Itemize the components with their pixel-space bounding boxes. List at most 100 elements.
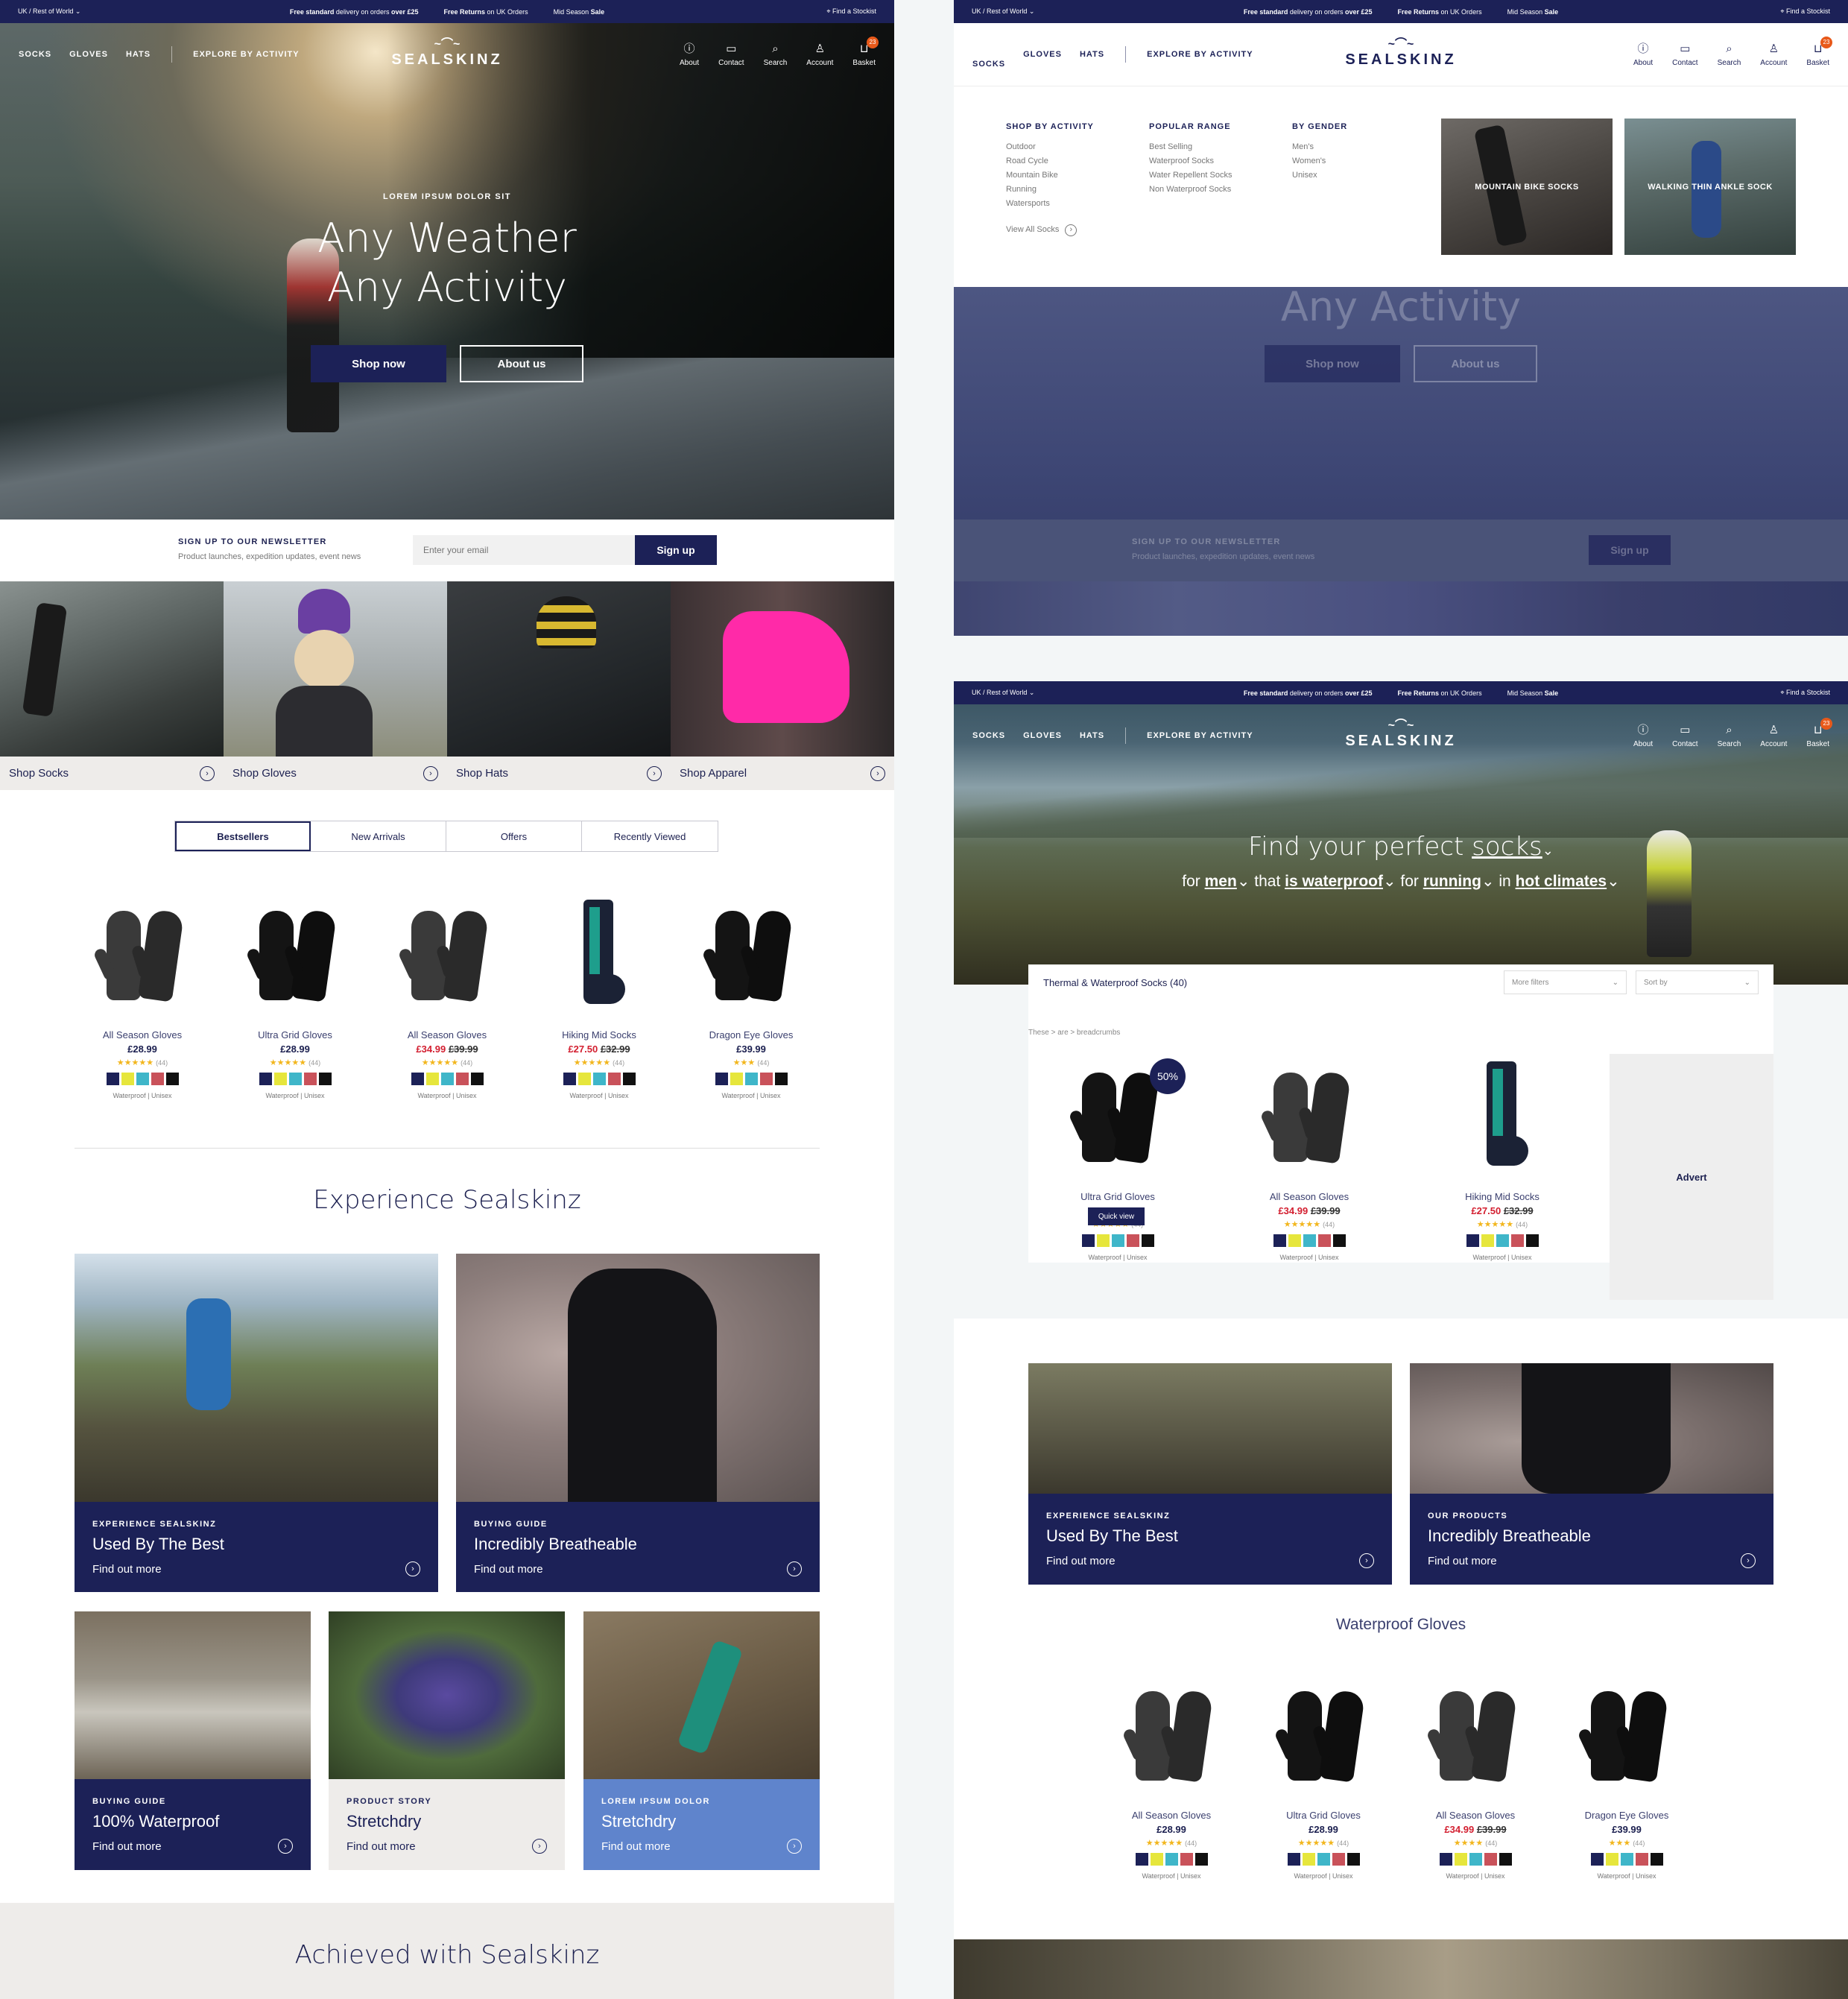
menu-item-waterproof-socks[interactable]: Waterproof Socks <box>1149 154 1232 168</box>
product-card[interactable]: Hiking Mid Socks £27.50 £32.99 ★★★★★ (44) W… <box>1435 1054 1569 1261</box>
category-tile-gloves[interactable]: Shop Gloves › <box>224 581 447 790</box>
find-stockist-link[interactable]: ⌖ Find a Stockist <box>1780 7 1830 16</box>
nav-explore-by-activity[interactable]: EXPLORE BY ACTIVITY <box>193 50 299 59</box>
color-swatch[interactable] <box>1510 1234 1524 1247</box>
color-swatch[interactable] <box>259 1073 272 1085</box>
experience-card-100-waterproof[interactable]: BUYING GUIDE 100% Waterproof Find out mo… <box>75 1611 311 1870</box>
about-button[interactable]: ⓘ About <box>1633 42 1653 67</box>
color-swatch[interactable] <box>607 1073 621 1085</box>
product-name[interactable]: All Season Gloves <box>1104 1810 1238 1821</box>
basket-button[interactable]: ⊔ 23 Basket <box>1806 36 1832 67</box>
color-swatch[interactable] <box>1194 1853 1208 1866</box>
contact-button[interactable]: ▭ Contact <box>1672 42 1697 67</box>
account-button[interactable]: ♙ Account <box>1760 724 1787 748</box>
sealskinz-logo[interactable]: ~⌒~ SEALSKINZ <box>1345 34 1456 69</box>
color-swatch[interactable] <box>1484 1853 1497 1866</box>
color-swatch[interactable] <box>1165 1853 1178 1866</box>
product-card[interactable]: All Season Gloves £28.99 ★★★★★ (44) Waterpr… <box>75 892 209 1099</box>
nav-hats[interactable]: HATS <box>1080 731 1104 740</box>
color-swatch[interactable] <box>1650 1853 1663 1866</box>
about-button[interactable]: ⓘ About <box>680 42 699 67</box>
listing-card-used-by-the-best[interactable]: EXPERIENCE SEALSKINZ Used By The Best Fi… <box>1028 1363 1392 1585</box>
nav-socks[interactable]: SOCKS <box>19 50 51 59</box>
menu-item-womens[interactable]: Women's <box>1292 154 1347 168</box>
promo-walking-ankle-sock[interactable]: WALKING THIN ANKLE SOCK <box>1624 119 1796 255</box>
color-swatch[interactable] <box>1096 1234 1110 1247</box>
color-swatch[interactable] <box>1620 1853 1633 1866</box>
nav-socks[interactable]: SOCKS <box>972 731 1005 740</box>
product-card[interactable]: All Season Gloves £34.99 £39.99 ★★★★ (44) W… <box>1408 1673 1542 1880</box>
about-button[interactable]: ⓘ About <box>1633 724 1653 748</box>
color-swatch[interactable] <box>759 1073 773 1085</box>
color-swatch[interactable] <box>1469 1853 1482 1866</box>
color-swatch[interactable] <box>1287 1853 1300 1866</box>
product-card[interactable]: All Season Gloves £34.99 £39.99 ★★★★★ (44)… <box>1242 1054 1376 1261</box>
shop-now-button[interactable]: Shop now <box>311 345 446 382</box>
product-image[interactable] <box>1560 1673 1694 1799</box>
search-button[interactable]: ⌕ Search <box>1718 724 1741 748</box>
color-swatch[interactable] <box>1317 1853 1330 1866</box>
color-swatch[interactable] <box>1590 1853 1604 1866</box>
menu-item-non-waterproof[interactable]: Non Waterproof Socks <box>1149 183 1232 197</box>
finder-feature-dropdown[interactable]: is waterproof <box>1285 873 1383 890</box>
sort-by-dropdown[interactable]: Sort by ⌄ <box>1636 970 1759 994</box>
finder-product-dropdown[interactable]: socks <box>1472 832 1542 862</box>
color-swatch[interactable] <box>622 1073 636 1085</box>
color-swatch[interactable] <box>1150 1853 1163 1866</box>
color-swatch[interactable] <box>440 1073 454 1085</box>
product-name[interactable]: Ultra Grid Gloves <box>1256 1810 1390 1821</box>
contact-button[interactable]: ▭ Contact <box>718 42 744 67</box>
region-selector[interactable]: UK / Rest of World ⌄ <box>18 7 80 16</box>
product-card[interactable]: Dragon Eye Gloves £39.99 ★★★ (44) Waterproo… <box>684 892 818 1099</box>
color-swatch[interactable] <box>1605 1853 1618 1866</box>
contact-button[interactable]: ▭ Contact <box>1672 724 1697 748</box>
region-selector[interactable]: UK / Rest of World ⌄ <box>972 689 1034 697</box>
color-swatch[interactable] <box>106 1073 119 1085</box>
newsletter-signup-button[interactable]: Sign up <box>635 535 717 565</box>
product-image[interactable] <box>1256 1673 1390 1799</box>
menu-item-road-cycle[interactable]: Road Cycle <box>1006 154 1094 168</box>
color-swatch[interactable] <box>288 1073 302 1085</box>
find-stockist-link[interactable]: ⌖ Find a Stockist <box>826 7 876 16</box>
color-swatch[interactable] <box>1081 1234 1095 1247</box>
color-swatch[interactable] <box>1180 1853 1193 1866</box>
experience-card-stretchdry[interactable]: PRODUCT STORY Stretchdry Find out more › <box>329 1611 565 1870</box>
color-swatch[interactable] <box>730 1073 743 1085</box>
product-card[interactable]: Ultra Grid Gloves £28.99 ★★★★★ (44) Waterpr… <box>228 892 362 1099</box>
color-swatch[interactable] <box>1499 1853 1512 1866</box>
promo-mountain-bike-socks[interactable]: MOUNTAIN BIKE SOCKS <box>1441 119 1613 255</box>
finder-activity-dropdown[interactable]: running <box>1423 873 1481 890</box>
tab-offers[interactable]: Offers <box>446 821 582 851</box>
color-swatch[interactable] <box>470 1073 484 1085</box>
menu-item-watersports[interactable]: Watersports <box>1006 197 1094 211</box>
category-tile-apparel[interactable]: Shop Apparel › <box>671 581 894 790</box>
category-tile-hats[interactable]: Shop Hats › <box>447 581 671 790</box>
nav-hats[interactable]: HATS <box>126 50 151 59</box>
sealskinz-logo[interactable]: ~⌒~ SEALSKINZ <box>1345 715 1456 750</box>
experience-card-lorem-ipsum[interactable]: LOREM IPSUM DOLOR Stretchdry Find out mo… <box>583 1611 820 1870</box>
nav-gloves[interactable]: GLOVES <box>69 50 108 59</box>
menu-item-water-repellent[interactable]: Water Repellent Socks <box>1149 168 1232 183</box>
basket-button[interactable]: ⊔ 23 Basket <box>1806 717 1832 748</box>
nav-gloves[interactable]: GLOVES <box>1023 50 1062 59</box>
sale-notice[interactable]: Mid Season Sale <box>554 8 605 16</box>
color-swatch[interactable] <box>455 1073 469 1085</box>
color-swatch[interactable] <box>1347 1853 1360 1866</box>
about-us-button[interactable]: About us <box>460 345 583 382</box>
product-image[interactable] <box>228 892 362 1019</box>
menu-item-best-selling[interactable]: Best Selling <box>1149 140 1232 154</box>
product-name[interactable]: Hiking Mid Socks <box>1435 1191 1569 1202</box>
product-name[interactable]: All Season Gloves <box>1242 1191 1376 1202</box>
color-swatch[interactable] <box>1496 1234 1509 1247</box>
finder-climate-dropdown[interactable]: hot climates <box>1516 873 1607 890</box>
product-image[interactable] <box>1408 1673 1542 1799</box>
color-swatch[interactable] <box>1635 1853 1648 1866</box>
nav-hats[interactable]: HATS <box>1080 50 1104 59</box>
product-card[interactable]: Hiking Mid Socks £27.50 £32.99 ★★★★★ (44) W… <box>532 892 666 1099</box>
search-button[interactable]: ⌕ Search <box>764 42 788 67</box>
color-swatch[interactable] <box>1466 1234 1479 1247</box>
product-name[interactable]: All Season Gloves <box>1408 1810 1542 1821</box>
product-name[interactable]: Ultra Grid Gloves <box>1051 1191 1185 1202</box>
experience-card-incredibly-breatheable[interactable]: BUYING GUIDE Incredibly Breatheable Find… <box>456 1254 820 1592</box>
color-swatch[interactable] <box>1481 1234 1494 1247</box>
